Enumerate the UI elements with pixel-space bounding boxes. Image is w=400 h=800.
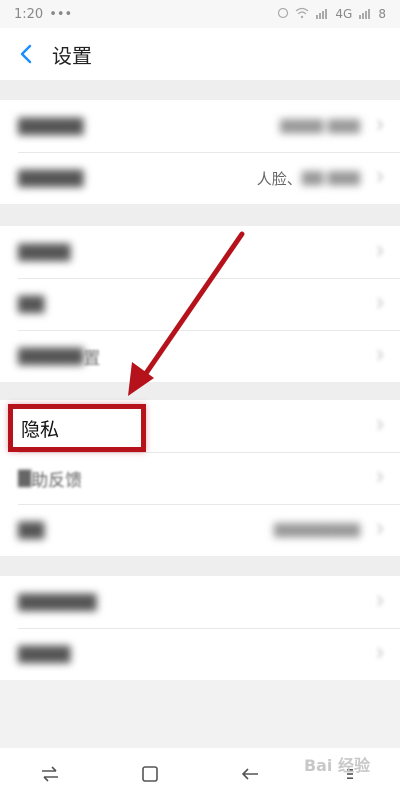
chevron-right-icon — [376, 346, 384, 366]
chevron-right-icon — [376, 116, 384, 136]
status-time: 1:20 — [14, 6, 44, 22]
settings-group-1: ▇▇▇▇▇ ▇▇▇▇ ▇▇▇ ▇▇▇▇▇ 人脸、 ▇▇ ▇▇▇ — [0, 100, 400, 204]
row-label: ▇▇▇▇ — [18, 242, 71, 262]
section-gap — [0, 556, 400, 576]
watermark-logo: Bai 经验 — [303, 756, 370, 775]
chevron-right-icon — [376, 416, 384, 436]
back-nav-icon[interactable] — [230, 754, 270, 794]
header: 设置 — [0, 28, 400, 80]
switch-icon[interactable] — [30, 754, 70, 794]
settings-row[interactable]: ▇▇▇▇ — [0, 226, 400, 278]
row-label: ▇▇ — [18, 520, 45, 540]
row-value: 人脸、 — [256, 169, 302, 188]
wifi-icon — [295, 7, 309, 22]
row-value: ▇▇▇▇▇▇▇▇ — [273, 522, 360, 538]
section-gap — [0, 204, 400, 226]
settings-group-4: ▇▇▇▇▇▇ ▇▇▇▇ — [0, 576, 400, 680]
settings-row[interactable]: ▇▇▇▇▇ 人脸、 ▇▇ ▇▇▇ — [0, 152, 400, 204]
chevron-right-icon — [376, 168, 384, 188]
row-value: ▇▇▇▇ ▇▇▇ — [280, 118, 360, 134]
chevron-right-icon — [376, 520, 384, 540]
settings-group-2: ▇▇▇▇ ▇▇ ▇▇▇▇▇ 置 — [0, 226, 400, 382]
settings-row[interactable]: ▇▇▇▇▇ 置 — [0, 330, 400, 382]
chevron-right-icon — [376, 294, 384, 314]
row-label: ▇▇▇▇▇ — [18, 346, 84, 366]
signal-icon-2 — [358, 7, 372, 22]
chevron-right-icon — [376, 242, 384, 262]
row-label: ▇▇▇▇ — [18, 644, 71, 664]
settings-row[interactable]: ▇▇▇▇▇▇ — [0, 576, 400, 628]
privacy-highlight-box[interactable]: 隐私 — [8, 404, 146, 452]
section-gap — [0, 80, 400, 100]
chevron-right-icon — [376, 644, 384, 664]
row-label: 助反馈 — [31, 470, 83, 491]
row-label: ▇▇▇▇▇▇ — [18, 592, 97, 612]
row-label-tail: 置 — [83, 348, 101, 369]
network-type: 4G — [335, 7, 353, 21]
settings-row-help-feedback[interactable]: ▇ 助反馈 — [0, 452, 400, 504]
chevron-right-icon — [376, 468, 384, 488]
alarm-icon — [277, 7, 289, 22]
page-title: 设置 — [52, 43, 92, 68]
home-square-icon[interactable] — [130, 754, 170, 794]
settings-row[interactable]: ▇▇▇▇▇ ▇▇▇▇ ▇▇▇ — [0, 100, 400, 152]
back-arrow-icon[interactable] — [14, 42, 38, 66]
signal-icon — [315, 7, 329, 22]
row-label: ▇▇▇▇▇ — [18, 168, 84, 188]
status-dots: ••• — [49, 6, 73, 22]
chevron-right-icon — [376, 592, 384, 612]
status-bar: 1:20 ••• 4G 8 — [0, 0, 400, 28]
battery-level: 8 — [378, 7, 386, 21]
privacy-label: 隐私 — [21, 418, 60, 441]
row-label: ▇▇▇▇▇ — [18, 116, 84, 136]
settings-row[interactable]: ▇▇▇▇ — [0, 628, 400, 680]
section-gap — [0, 382, 400, 400]
row-label: ▇▇ — [18, 294, 45, 314]
settings-row[interactable]: ▇▇ ▇▇▇▇▇▇▇▇ — [0, 504, 400, 556]
settings-row[interactable]: ▇▇ — [0, 278, 400, 330]
